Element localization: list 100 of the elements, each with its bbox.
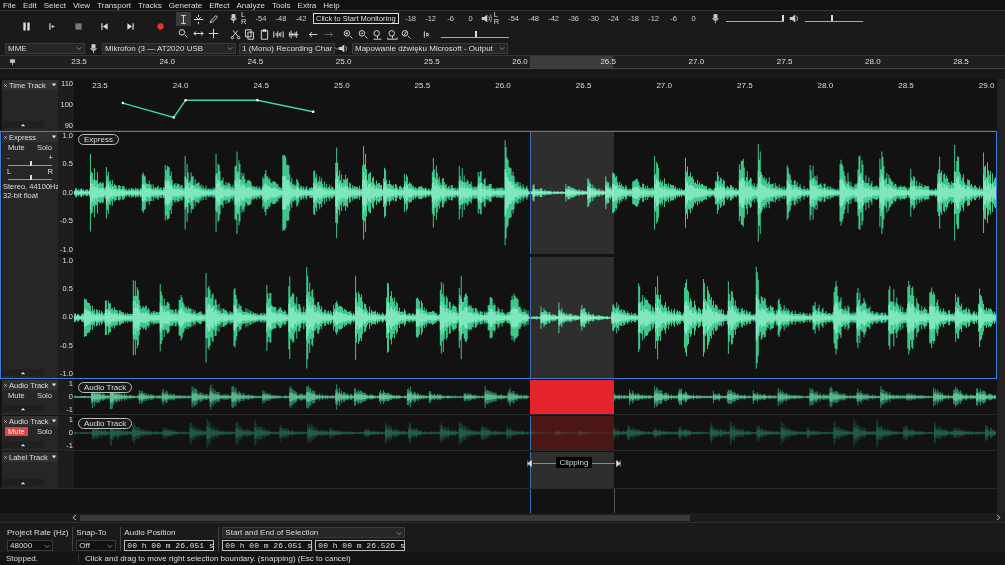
time-field[interactable]: 00 h 00 m 26.526 s [315, 540, 406, 551]
clipboard-icon [258, 28, 270, 40]
up-arrow-icon [20, 406, 26, 411]
menu-item[interactable]: Effect [209, 0, 230, 10]
pin-icon[interactable] [9, 58, 16, 66]
dropdown-caret-icon[interactable] [51, 454, 57, 460]
menu-item[interactable]: File [3, 0, 16, 10]
slider-thumb[interactable] [830, 14, 833, 21]
clip-name[interactable]: Express [78, 134, 119, 145]
pencil-button[interactable] [206, 12, 221, 26]
clip-name[interactable]: Audio Track [78, 418, 133, 429]
play-speed-slider[interactable] [440, 30, 509, 38]
caret-icon [44, 542, 50, 549]
field-label: Audio Position [124, 527, 177, 538]
caret-icon [334, 45, 341, 51]
label-text[interactable]: Clipping [555, 457, 593, 468]
close-icon[interactable] [3, 418, 8, 424]
menu-item[interactable]: Extra [297, 0, 317, 10]
caret-icon [76, 45, 82, 51]
caret-icon [396, 529, 403, 536]
status-message: Click and drag to move right selection boundary. (snapping) (Esc to cancel) [84, 554, 351, 563]
recording-device-dropdown[interactable]: Mikrofon (3 — AT2020 USB [102, 42, 236, 54]
time-field[interactable]: 00 h 00 m 26.051 s [124, 540, 215, 551]
menu-item[interactable]: Generate [168, 0, 203, 10]
menu-item[interactable]: Select [43, 0, 66, 10]
caret-icon [499, 45, 505, 51]
scissors-icon [229, 28, 241, 40]
label-handle-icon[interactable] [527, 459, 533, 468]
slider-thumb[interactable] [781, 14, 784, 21]
ruler-label: 27.0 [688, 57, 705, 66]
up-arrow-icon [20, 442, 26, 447]
ruler-label: 28.5 [898, 81, 914, 90]
menu-item[interactable]: Transport [97, 0, 132, 10]
close-icon[interactable] [3, 454, 8, 460]
close-icon[interactable] [3, 82, 8, 88]
skip-to-end-icon [124, 20, 136, 32]
menu-item[interactable]: Tools [271, 0, 291, 10]
label-span-line [592, 463, 615, 464]
ruler-label: 27.5 [737, 81, 753, 90]
scrollbar-thumb[interactable] [80, 514, 690, 521]
dropdown-caret-icon[interactable] [51, 382, 57, 388]
dropdown-caret-icon[interactable] [51, 82, 57, 88]
gain-slider[interactable] [8, 161, 52, 166]
audio-host-dropdown[interactable]: MME [5, 42, 85, 54]
ruler-label: 26.0 [512, 57, 528, 66]
close-icon[interactable] [3, 134, 8, 140]
dropdown-caret-icon[interactable] [51, 134, 57, 140]
zoom-fit-icon [386, 28, 398, 40]
pause-icon [20, 20, 32, 32]
scroll-right-icon[interactable] [996, 514, 1001, 521]
timeline-ruler[interactable]: 23.5 24.0 24.5 25.0 25.5 26.0 26.5 27.0 27.5 28.0 28.5 [0, 55, 1005, 69]
label-span-line [533, 463, 556, 464]
slider-thumb[interactable] [474, 30, 477, 37]
vertical-scrollbar[interactable] [997, 79, 1005, 513]
scroll-left-icon[interactable] [72, 514, 77, 521]
zoom-toggle-icon [401, 28, 413, 40]
time-field[interactable]: 00 h 00 m 26.051 s [222, 540, 313, 551]
microphone-icon [228, 12, 239, 24]
selection-mode-dropdown[interactable]: Start and End of Selection [222, 527, 406, 538]
zoom-in-icon [343, 28, 355, 40]
menu-item[interactable]: Analyze [236, 0, 265, 10]
dropdown-caret-icon[interactable] [51, 418, 57, 424]
label-handle-icon[interactable] [615, 459, 621, 468]
close-icon[interactable] [3, 382, 8, 388]
clip-name[interactable]: Audio Track [78, 382, 133, 393]
ruler-label: 29.0 [978, 81, 995, 90]
field-label: Snap-To [76, 527, 108, 538]
crosshair-icon [208, 27, 219, 39]
envelope-tool-icon [193, 13, 204, 25]
copy-button[interactable] [242, 27, 257, 41]
i-beam-button[interactable] [176, 12, 191, 26]
playback-device-dropdown[interactable]: Mapowanie dźwięku Microsoft - Output [352, 42, 508, 54]
vertical-ruler [58, 452, 74, 488]
ruler-label: 27.5 [776, 57, 793, 66]
skip-to-start-icon [98, 20, 110, 32]
menu-item[interactable]: Edit [22, 0, 37, 10]
menu-item[interactable]: Help [323, 0, 340, 10]
play-at-speed-icon [421, 28, 433, 40]
play-icon [46, 20, 58, 32]
ruler-label: 23.5 [92, 81, 108, 90]
zoom-out-icon [357, 28, 369, 40]
playback-volume-slider[interactable] [804, 14, 863, 22]
scissors-button[interactable] [228, 27, 243, 41]
project-rate-dropdown[interactable]: 48000 [7, 540, 53, 551]
caret-icon [227, 45, 233, 51]
horizontal-scrollbar[interactable] [0, 513, 1005, 522]
menu-item[interactable]: Tracks [138, 0, 162, 10]
up-arrow-icon [20, 480, 26, 485]
menu-item[interactable]: View [72, 0, 91, 10]
i-beam-icon [178, 13, 189, 25]
speaker-icon [480, 12, 492, 24]
trim-icon [273, 28, 285, 40]
snap-to-dropdown[interactable]: Off [76, 540, 117, 551]
envelope-tool-button[interactable] [191, 12, 206, 26]
recording-volume-slider[interactable] [725, 14, 784, 22]
crosshair-button[interactable] [206, 26, 221, 40]
microphone-icon [88, 42, 99, 54]
ruler-label: 24.0 [172, 81, 189, 90]
zoom-fit-button[interactable] [385, 27, 400, 41]
pan-slider[interactable] [8, 175, 52, 180]
